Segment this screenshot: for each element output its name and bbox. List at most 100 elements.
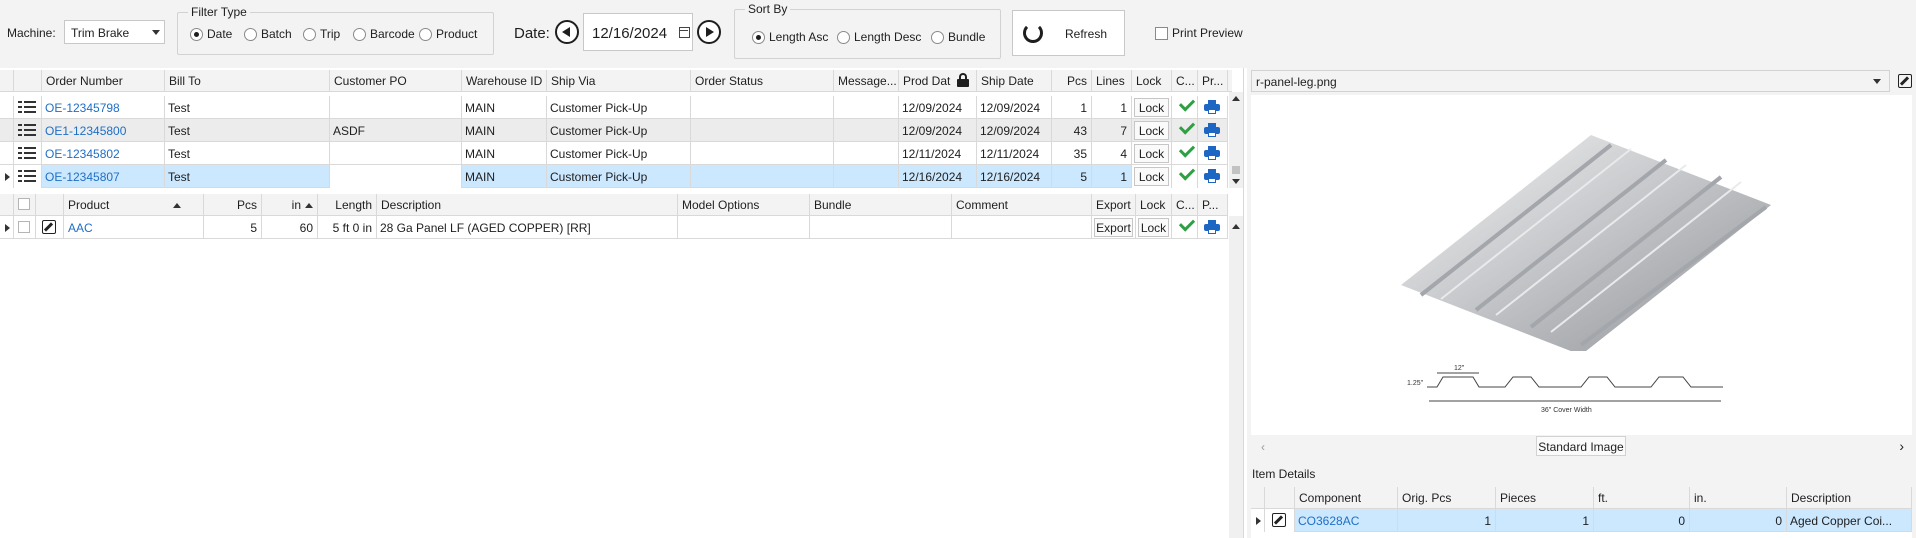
filter-barcode-radio[interactable]: Barcode (353, 27, 415, 41)
edit-image-button[interactable] (1894, 70, 1916, 92)
header-prod-date[interactable]: Prod Dat (899, 70, 977, 92)
header-pcs[interactable]: Pcs (1052, 70, 1092, 92)
edit-cell[interactable] (1265, 509, 1295, 532)
header-lock[interactable]: Lock (1136, 194, 1172, 216)
product-link[interactable]: AAC (64, 216, 204, 239)
complete-cell[interactable] (1172, 142, 1198, 165)
header-print[interactable]: P... (1198, 194, 1228, 216)
print-cell[interactable] (1198, 165, 1228, 188)
header-order-number[interactable]: Order Number (42, 70, 165, 92)
checklist-icon[interactable] (14, 119, 42, 142)
scroll-up-icon[interactable] (1232, 96, 1240, 101)
header-select-all[interactable] (14, 194, 36, 216)
header-ft[interactable]: ft. (1594, 487, 1690, 509)
header-export[interactable]: Export (1092, 194, 1136, 216)
lock-button[interactable]: Lock (1134, 121, 1169, 140)
filter-date-radio[interactable]: Date (190, 27, 232, 41)
lock-button[interactable]: Lock (1138, 218, 1169, 237)
order-number-link[interactable]: OE-12345798 (42, 96, 165, 119)
print-cell[interactable] (1198, 119, 1228, 142)
header-in[interactable]: in. (1690, 487, 1787, 509)
component-link[interactable]: CO3628AC (1295, 509, 1398, 532)
header-comment[interactable]: Comment (952, 194, 1092, 216)
bill-to-cell: Test (165, 165, 330, 188)
header-bundle[interactable]: Bundle (810, 194, 952, 216)
header-lock[interactable]: Lock (1132, 70, 1172, 92)
order-number-link[interactable]: OE-12345802 (42, 142, 165, 165)
edit-cell[interactable] (36, 216, 64, 239)
header-orig-pcs[interactable]: Orig. Pcs (1398, 487, 1496, 509)
order-number-link[interactable]: OE1-12345800 (42, 119, 165, 142)
print-preview-checkbox[interactable] (1155, 27, 1168, 40)
complete-cell[interactable] (1172, 119, 1198, 142)
header-ship-date[interactable]: Ship Date (977, 70, 1052, 92)
scroll-down-icon[interactable] (1232, 179, 1240, 184)
header-pieces[interactable]: Pieces (1496, 487, 1594, 509)
lock-button[interactable]: Lock (1134, 144, 1169, 163)
header-complete[interactable]: C... (1172, 194, 1198, 216)
filter-product-radio[interactable]: Product (419, 27, 477, 41)
export-button[interactable]: Export (1094, 218, 1133, 237)
machine-combobox[interactable]: Trim Brake (64, 20, 165, 44)
next-date-button[interactable] (697, 20, 721, 44)
checklist-icon[interactable] (14, 142, 42, 165)
refresh-button[interactable]: Refresh (1012, 10, 1125, 56)
header-length[interactable]: Length (318, 194, 377, 216)
checklist-icon[interactable] (14, 165, 42, 188)
header-customer-po[interactable]: Customer PO (330, 70, 462, 92)
header-model-options[interactable]: Model Options (678, 194, 810, 216)
order-row-selected[interactable]: OE-12345807 Test MAIN Customer Pick-Up 1… (0, 165, 1228, 188)
checklist-icon[interactable] (14, 96, 42, 119)
item-details-row[interactable]: CO3628AC 1 1 0 0 Aged Copper Coi... (1251, 509, 1912, 532)
sort-length-desc-radio[interactable]: Length Desc (837, 30, 921, 44)
header-lines[interactable]: Lines (1092, 70, 1132, 92)
previous-date-button[interactable] (555, 20, 579, 44)
header-in[interactable]: in (262, 194, 318, 216)
complete-cell[interactable] (1172, 96, 1198, 119)
complete-cell[interactable] (1172, 165, 1198, 188)
header-bill-to[interactable]: Bill To (165, 70, 330, 92)
order-number-link[interactable]: OE-12345807 (42, 165, 165, 188)
radio-dot (931, 30, 944, 44)
row-checkbox[interactable] (18, 221, 30, 233)
header-print[interactable]: Pr... (1198, 70, 1228, 92)
lock-button[interactable]: Lock (1134, 98, 1169, 117)
order-row[interactable]: OE1-12345800 Test ASDF MAIN Customer Pic… (0, 119, 1228, 142)
lines-scrollbar[interactable] (1229, 216, 1243, 538)
print-cell[interactable] (1198, 96, 1228, 119)
complete-cell[interactable] (1172, 216, 1198, 239)
lock-button[interactable]: Lock (1134, 167, 1169, 186)
filter-trip-radio[interactable]: Trip (303, 27, 340, 41)
header-message[interactable]: Message... (834, 70, 899, 92)
header-complete[interactable]: C... (1172, 70, 1198, 92)
header-ship-via[interactable]: Ship Via (547, 70, 691, 92)
header-warehouse-id[interactable]: Warehouse ID (462, 70, 547, 92)
header-product[interactable]: Product (64, 194, 204, 216)
date-picker[interactable]: 12/16/2024 (583, 13, 693, 51)
scroll-up-icon[interactable] (1232, 224, 1240, 229)
next-image-icon[interactable]: › (1899, 438, 1904, 454)
prev-image-icon[interactable]: ‹ (1261, 440, 1265, 454)
calendar-icon[interactable] (679, 27, 690, 38)
header-order-status[interactable]: Order Status (691, 70, 834, 92)
line-row[interactable]: AAC 5 60 5 ft 0 in 28 Ga Panel LF (AGED … (0, 216, 1228, 239)
order-row[interactable]: OE-12345798 Test MAIN Customer Pick-Up 1… (0, 96, 1228, 119)
header-description[interactable]: Description (377, 194, 678, 216)
sort-length-asc-radio[interactable]: Length Asc (752, 30, 828, 44)
header-pcs[interactable]: Pcs (204, 194, 262, 216)
image-file-combobox[interactable]: r-panel-leg.png (1251, 70, 1890, 92)
customer-po-cell[interactable] (330, 165, 462, 188)
panel-splitter[interactable] (1243, 68, 1244, 538)
print-cell[interactable] (1198, 142, 1228, 165)
filter-batch-radio[interactable]: Batch (244, 27, 292, 41)
header-description[interactable]: Description (1787, 487, 1912, 509)
scroll-thumb[interactable] (1232, 166, 1240, 174)
row-select-cell[interactable] (14, 216, 36, 239)
header-component[interactable]: Component (1295, 487, 1398, 509)
select-all-checkbox[interactable] (18, 198, 30, 210)
orders-scrollbar[interactable] (1229, 92, 1243, 188)
order-row[interactable]: OE-12345802 Test MAIN Customer Pick-Up 1… (0, 142, 1228, 165)
image-type-button[interactable]: Standard Image (1536, 436, 1626, 456)
sort-bundle-radio[interactable]: Bundle (931, 30, 985, 44)
print-cell[interactable] (1198, 216, 1228, 239)
